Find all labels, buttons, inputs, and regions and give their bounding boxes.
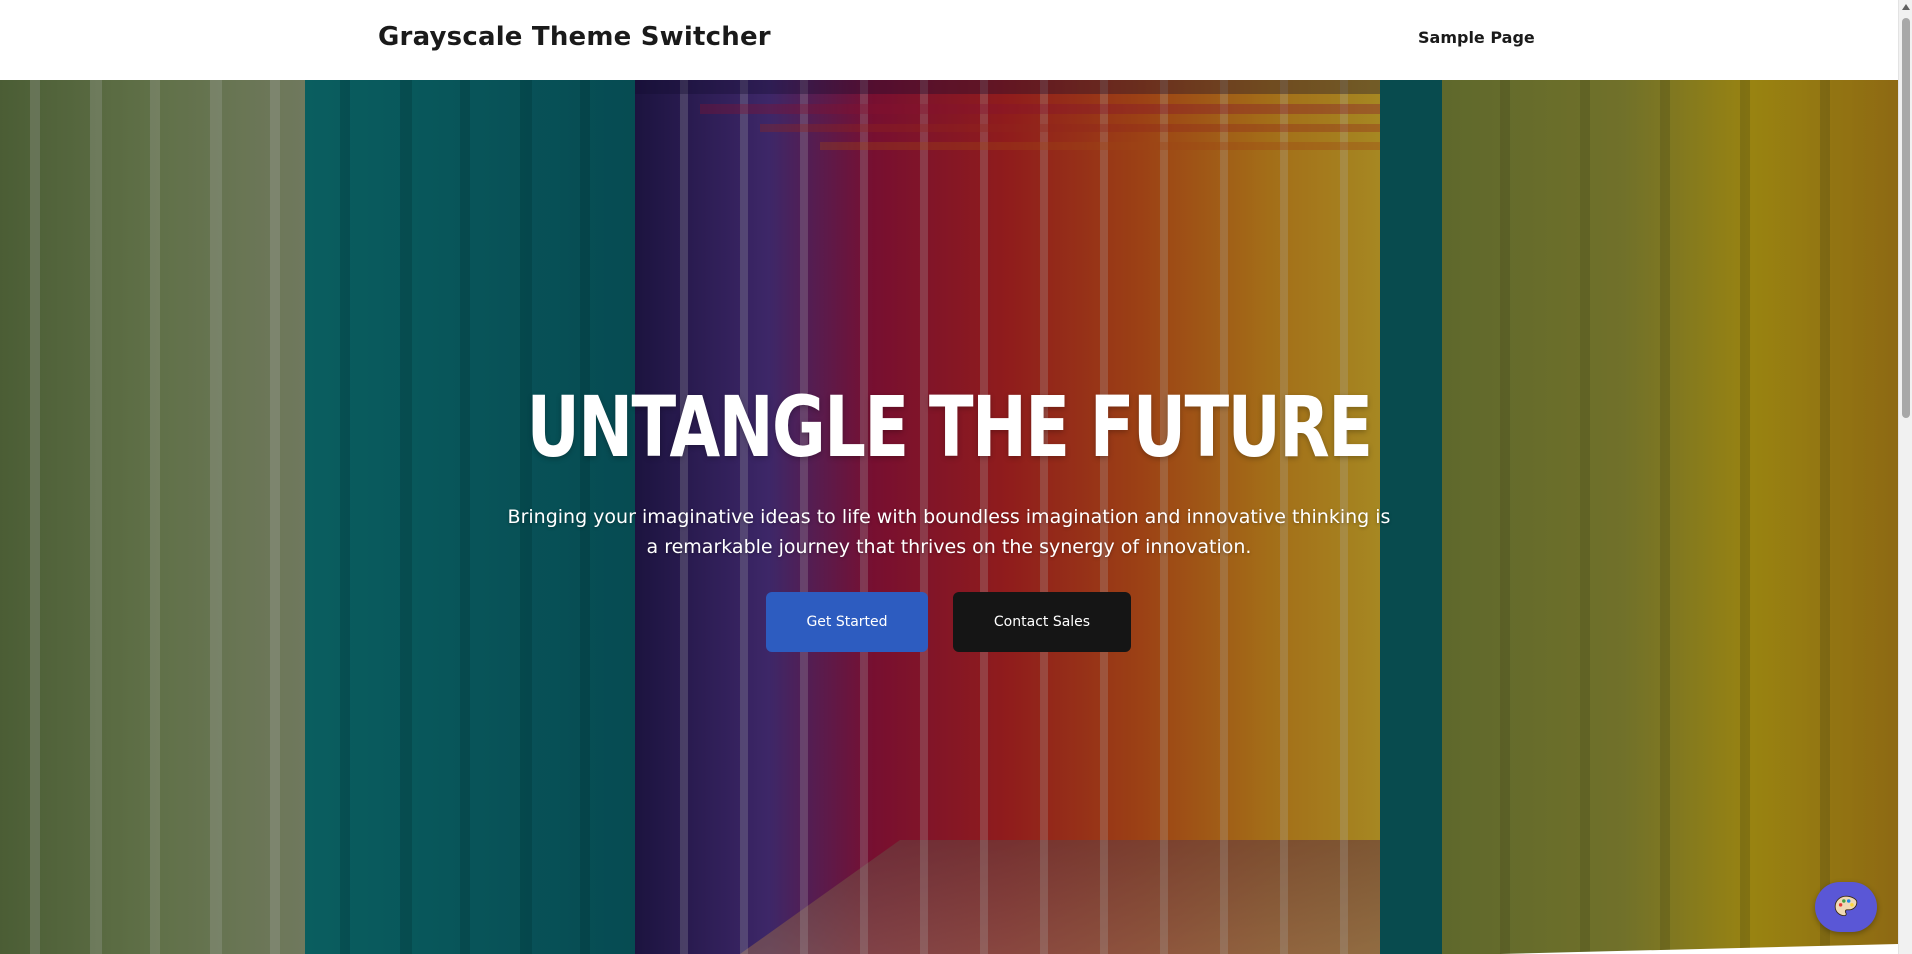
hero-content: UNTANGLE THE FUTURE Bringing your imagin… [0, 80, 1898, 954]
palette-icon [1834, 895, 1858, 917]
page-scrollbar[interactable] [1898, 0, 1912, 954]
main-nav: Sample Page [1418, 28, 1535, 47]
hero-title: UNTANGLE THE FUTURE [526, 378, 1373, 476]
page: Grayscale Theme Switcher Sample Page UNT… [0, 0, 1912, 954]
get-started-button[interactable]: Get Started [766, 592, 928, 652]
contact-sales-button[interactable]: Contact Sales [953, 592, 1131, 652]
site-title-link[interactable]: Grayscale Theme Switcher [378, 22, 771, 52]
hero-subtitle: Bringing your imaginative ideas to life … [507, 506, 1391, 558]
site-header: Grayscale Theme Switcher Sample Page [0, 0, 1898, 80]
scroll-up-arrow-icon[interactable] [1902, 4, 1910, 10]
nav-link-sample-page[interactable]: Sample Page [1418, 28, 1535, 47]
theme-switcher-button[interactable] [1815, 882, 1877, 932]
hero-section: UNTANGLE THE FUTURE Bringing your imagin… [0, 80, 1898, 954]
scrollbar-thumb[interactable] [1902, 18, 1910, 418]
